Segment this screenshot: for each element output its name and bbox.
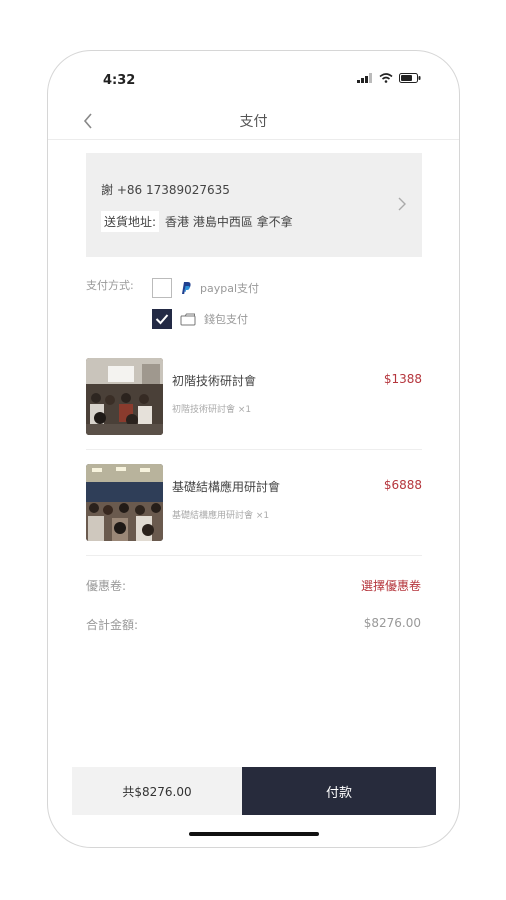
bottom-bar: 共$8276.00 付款 xyxy=(72,767,436,815)
paypal-label: paypal支付 xyxy=(200,282,260,295)
item-price: $1388 xyxy=(383,372,422,386)
checkmark-icon xyxy=(155,314,169,325)
nav-bar: 支付 xyxy=(48,107,459,140)
item-subtitle: 初階技術研討會 ×1 xyxy=(172,405,252,415)
item-thumbnail xyxy=(86,358,163,435)
sum-label: 合計金額: xyxy=(86,618,139,632)
page-title: 支付 xyxy=(239,114,268,130)
status-icons xyxy=(357,73,421,83)
signal-icon xyxy=(357,73,372,83)
address-detail: 香港 港島中西區 拿不拿 xyxy=(165,215,293,229)
chevron-right-icon xyxy=(398,197,406,211)
item-price: $6888 xyxy=(383,478,422,492)
divider xyxy=(86,555,422,556)
item-thumbnail xyxy=(86,464,163,541)
phone-frame: 4:32 支付 謝 +86 17389027635 送貨地址: 香港 港島中西區… xyxy=(47,50,460,848)
payment-option-wallet[interactable]: 錢包支付 xyxy=(152,309,248,329)
address-label: 送貨地址: xyxy=(101,211,160,232)
item-subtitle: 基礎結構應用研討會 ×1 xyxy=(172,511,270,521)
status-bar: 4:32 xyxy=(48,51,459,107)
home-indicator[interactable] xyxy=(189,832,319,836)
paypal-icon xyxy=(182,282,191,294)
address-line: 送貨地址: 香港 港島中西區 拿不拿 xyxy=(101,211,293,232)
wallet-icon xyxy=(180,313,196,325)
address-name-phone: 謝 +86 17389027635 xyxy=(101,183,230,197)
pay-button[interactable]: 付款 xyxy=(242,767,436,815)
wifi-icon xyxy=(379,73,393,83)
address-card[interactable]: 謝 +86 17389027635 送貨地址: 香港 港島中西區 拿不拿 xyxy=(86,153,422,257)
select-coupon-link[interactable]: 選擇優惠卷 xyxy=(361,577,421,594)
coupon-label: 優惠卷: xyxy=(86,579,127,593)
total-amount: 共$8276.00 xyxy=(72,767,242,815)
order-item[interactable]: 初階技術研討會 初階技術研討會 ×1 $1388 xyxy=(86,358,422,436)
status-time: 4:32 xyxy=(103,73,136,88)
wallet-label: 錢包支付 xyxy=(204,313,248,326)
order-item[interactable]: 基礎結構應用研討會 基礎結構應用研討會 ×1 $6888 xyxy=(86,464,422,542)
divider xyxy=(86,449,422,450)
battery-icon xyxy=(399,73,421,83)
payment-method-label: 支付方式: xyxy=(86,279,134,292)
item-title: 初階技術研討會 xyxy=(172,374,257,388)
wallet-checkbox[interactable] xyxy=(152,309,172,329)
payment-option-paypal[interactable]: paypal支付 xyxy=(152,278,259,298)
sum-value: $8276.00 xyxy=(363,616,421,630)
paypal-checkbox[interactable] xyxy=(152,278,172,298)
item-title: 基礎結構應用研討會 xyxy=(172,480,281,494)
